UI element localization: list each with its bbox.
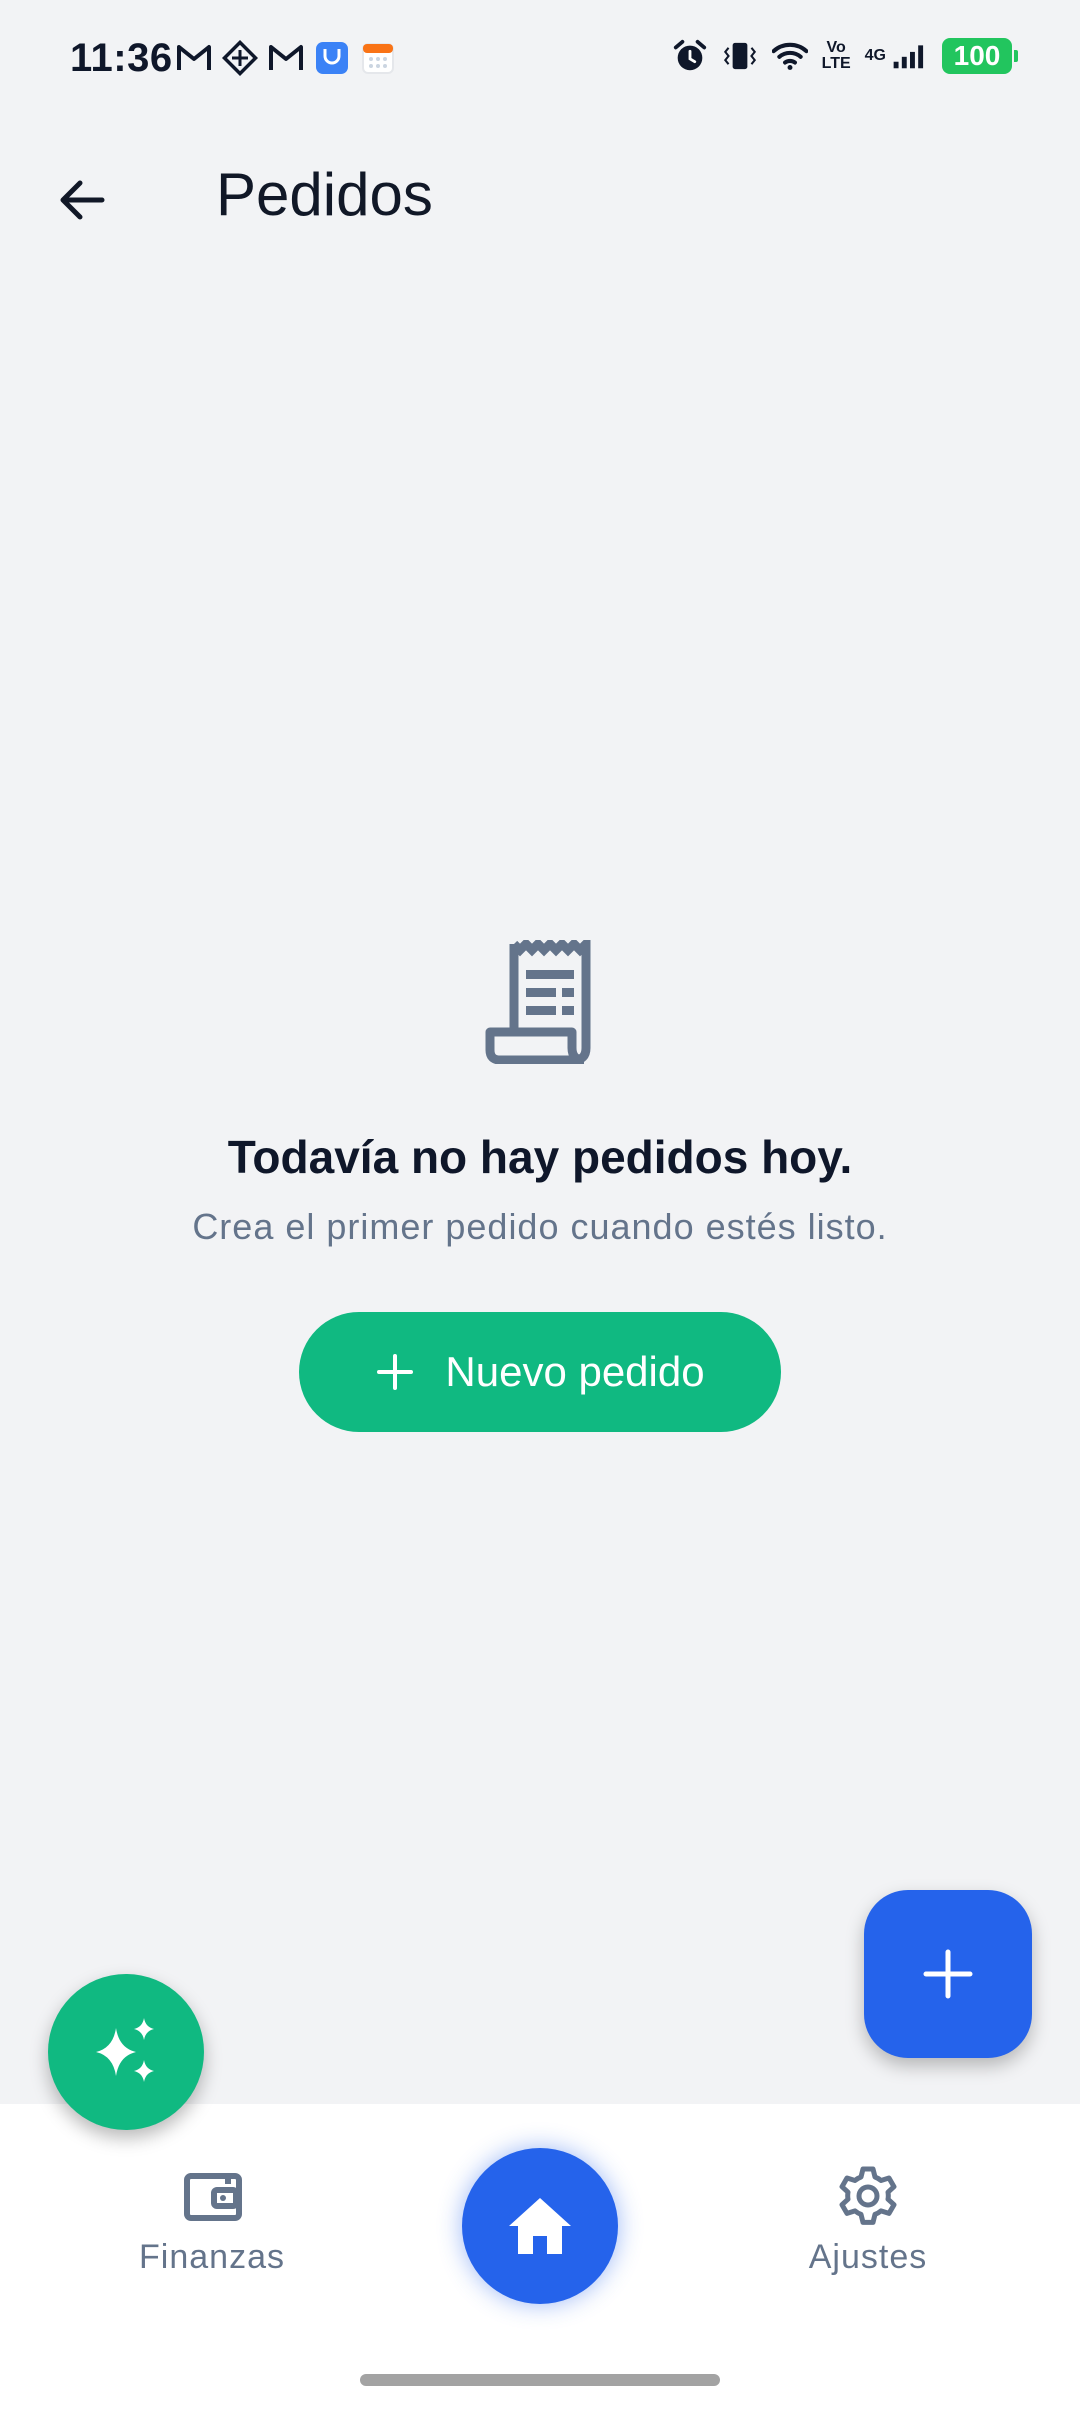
alarm-icon (672, 38, 708, 74)
vibrate-icon (722, 38, 758, 74)
arrow-left-icon (60, 180, 105, 220)
nav-item-ajustes[interactable]: Ajustes (758, 2164, 978, 2277)
nav-item-home[interactable] (462, 2148, 618, 2304)
empty-state-title: Todavía no hay pedidos hoy. (227, 1131, 853, 1183)
plus-icon (923, 1949, 973, 1999)
pay-market-icon (314, 40, 350, 76)
battery-indicator: 100 (942, 38, 1018, 74)
home-icon (509, 2198, 571, 2254)
empty-state-subtitle: Crea el primer pedido cuando estés listo… (192, 1206, 888, 1247)
volte-label-bottom: LTE (821, 55, 851, 72)
gmail-icon (268, 40, 304, 76)
system-icons: Vo LTE 4G 100 (672, 38, 1018, 74)
bottom-navigation: Finanzas Ajustes (0, 2104, 1080, 2412)
calendar-icon (360, 40, 396, 76)
wifi-icon (771, 38, 808, 74)
home-indicator[interactable] (360, 2374, 720, 2386)
nav-label-ajustes: Ajustes (808, 2238, 928, 2276)
assistant-fab[interactable] (48, 1974, 204, 2130)
receipt-icon (484, 933, 596, 1065)
status-time: 11:36 (70, 36, 173, 80)
plus-icon (377, 1354, 414, 1390)
signal-icon (892, 38, 928, 74)
back-button[interactable] (44, 162, 120, 238)
sparkles-icon (96, 2018, 154, 2082)
new-order-label: Nuevo pedido (445, 1348, 705, 1395)
status-bar: 11:36 Vo LTE 4G 100 (0, 0, 1080, 122)
add-order-fab[interactable] (864, 1890, 1032, 2058)
wallet-icon (180, 2164, 244, 2228)
network-type: 4G (864, 47, 886, 64)
gear-icon (836, 2164, 900, 2228)
page-title: Pedidos (216, 161, 433, 228)
volte-icon: Vo LTE (822, 40, 851, 72)
gmail-icon (176, 40, 212, 76)
nav-item-finanzas[interactable]: Finanzas (102, 2164, 322, 2277)
app-bar: Pedidos (0, 122, 1080, 268)
notification-icons (176, 40, 396, 76)
empty-state: Todavía no hay pedidos hoy. Crea el prim… (0, 933, 1080, 1432)
nav-label-finanzas: Finanzas (139, 2238, 285, 2276)
volte-label-top: Vo (826, 39, 846, 56)
maps-diamond-icon (222, 40, 258, 76)
new-order-button[interactable]: Nuevo pedido (299, 1312, 781, 1432)
